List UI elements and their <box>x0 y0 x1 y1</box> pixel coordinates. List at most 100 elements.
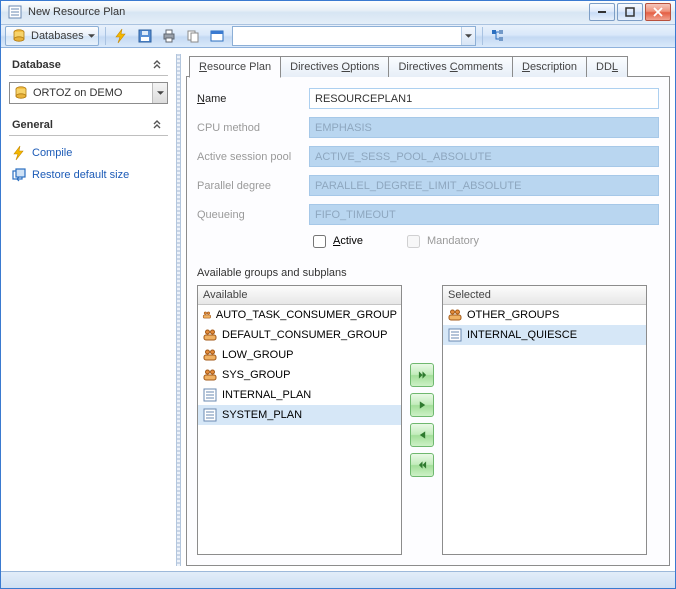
group-icon <box>202 327 218 343</box>
tree-icon <box>490 28 506 44</box>
queueing-input <box>309 204 659 225</box>
copy-icon <box>185 28 201 44</box>
status-bar <box>1 571 675 588</box>
group-icon <box>447 307 463 323</box>
active-checkbox-group: Active <box>309 232 363 251</box>
active-checkbox[interactable] <box>313 235 326 248</box>
copy-button[interactable] <box>182 25 204 47</box>
databases-label: Databases <box>31 30 84 42</box>
titlebar[interactable]: New Resource Plan <box>1 1 675 25</box>
move-right-button[interactable] <box>410 393 434 417</box>
parallel-degree-input <box>309 175 659 196</box>
sidebar-general-header[interactable]: General <box>9 116 168 136</box>
chevron-down-icon <box>88 34 95 38</box>
toolbar-separator <box>482 27 483 45</box>
toolbar-combo[interactable] <box>232 26 476 46</box>
restore-icon <box>11 167 27 183</box>
mandatory-checkbox-group: Mandatory <box>403 232 479 251</box>
list-item-label: INTERNAL_PLAN <box>222 389 311 401</box>
active-session-pool-input <box>309 146 659 167</box>
save-icon <box>137 28 153 44</box>
list-item-label: DEFAULT_CONSUMER_GROUP <box>222 329 387 341</box>
window: New Resource Plan Databases <box>0 0 676 589</box>
bolt-icon <box>113 28 129 44</box>
tree-view-button[interactable] <box>487 25 509 47</box>
sidebar-database-header[interactable]: Database <box>9 56 168 76</box>
sidebar: Database ORTOZ on DEMO General CompileRe <box>6 54 171 566</box>
window-title: New Resource Plan <box>28 6 589 18</box>
list-item-label: SYS_GROUP <box>222 369 290 381</box>
active-checkbox-label: Active <box>333 235 363 247</box>
tab-body-resource-plan: Name CPU method Active session pool Para… <box>186 77 670 566</box>
group-icon <box>202 367 218 383</box>
name-label: Name <box>197 93 309 105</box>
databases-dropdown[interactable]: Databases <box>5 26 99 46</box>
tab-directives-comments[interactable]: Directives Comments <box>388 56 513 77</box>
list-item-label: AUTO_TASK_CONSUMER_GROUP <box>216 309 397 321</box>
minimize-button[interactable] <box>589 3 615 21</box>
tab-ddl[interactable]: DDL <box>586 56 628 77</box>
tab-resource-plan[interactable]: Resource Plan <box>189 56 281 78</box>
list-item-label: SYSTEM_PLAN <box>222 409 302 421</box>
parallel-degree-label: Parallel degree <box>197 180 309 192</box>
app-icon <box>7 4 23 20</box>
tab-description[interactable]: Description <box>512 56 587 77</box>
maximize-button[interactable] <box>617 3 643 21</box>
print-button[interactable] <box>158 25 180 47</box>
sidebar-item-restore-default-size[interactable]: Restore default size <box>9 164 168 186</box>
list-item[interactable]: OTHER_GROUPS <box>443 305 646 325</box>
close-button[interactable] <box>645 3 671 21</box>
queueing-label: Queueing <box>197 209 309 221</box>
cpu-method-input <box>309 117 659 138</box>
splitter[interactable] <box>176 54 181 566</box>
available-header: Available <box>198 286 401 305</box>
list-item[interactable]: LOW_GROUP <box>198 345 401 365</box>
selected-header: Selected <box>443 286 646 305</box>
mandatory-checkbox <box>407 235 420 248</box>
name-input[interactable] <box>309 88 659 109</box>
cpu-method-label: CPU method <box>197 122 309 134</box>
available-groups-label: Available groups and subplans <box>197 267 659 279</box>
compile-button[interactable] <box>110 25 132 47</box>
group-icon <box>202 347 218 363</box>
database-icon <box>13 85 29 101</box>
save-button[interactable] <box>134 25 156 47</box>
chevron-down-icon <box>157 91 164 95</box>
chevron-down-icon <box>465 34 472 38</box>
sidebar-item-compile[interactable]: Compile <box>9 142 168 164</box>
collapse-icon <box>153 120 165 129</box>
toolbar-separator <box>105 27 106 45</box>
window-icon <box>209 28 225 44</box>
move-all-left-button[interactable] <box>410 453 434 477</box>
list-item-label: OTHER_GROUPS <box>467 309 559 321</box>
bolt-icon <box>11 145 27 161</box>
mandatory-checkbox-label: Mandatory <box>427 235 479 247</box>
database-selector[interactable]: ORTOZ on DEMO <box>9 82 168 104</box>
tab-directives-options[interactable]: Directives Options <box>280 56 389 77</box>
list-item[interactable]: SYS_GROUP <box>198 365 401 385</box>
group-icon <box>202 307 212 323</box>
main-panel: Resource PlanDirectives OptionsDirective… <box>186 54 670 566</box>
toolbar: Databases <box>1 25 675 48</box>
print-icon <box>161 28 177 44</box>
list-item[interactable]: AUTO_TASK_CONSUMER_GROUP <box>198 305 401 325</box>
list-item-label: INTERNAL_QUIESCE <box>467 329 577 341</box>
move-left-button[interactable] <box>410 423 434 447</box>
list-item[interactable]: SYSTEM_PLAN <box>198 405 401 425</box>
active-session-pool-label: Active session pool <box>197 151 309 163</box>
plan-icon <box>202 387 218 403</box>
sidebar-item-label: Restore default size <box>32 169 129 181</box>
plan-icon <box>447 327 463 343</box>
sidebar-item-label: Compile <box>32 147 72 159</box>
move-all-right-button[interactable] <box>410 363 434 387</box>
database-selected-label: ORTOZ on DEMO <box>33 87 122 99</box>
list-item[interactable]: INTERNAL_PLAN <box>198 385 401 405</box>
collapse-icon <box>153 60 165 69</box>
plan-icon <box>202 407 218 423</box>
tabstrip: Resource PlanDirectives OptionsDirective… <box>186 54 670 77</box>
list-item[interactable]: DEFAULT_CONSUMER_GROUP <box>198 325 401 345</box>
list-item[interactable]: INTERNAL_QUIESCE <box>443 325 646 345</box>
available-listbox[interactable]: Available AUTO_TASK_CONSUMER_GROUP DEFAUL… <box>197 285 402 555</box>
selected-listbox[interactable]: Selected OTHER_GROUPS INTERNAL_QUIESCE <box>442 285 647 555</box>
window-button[interactable] <box>206 25 228 47</box>
